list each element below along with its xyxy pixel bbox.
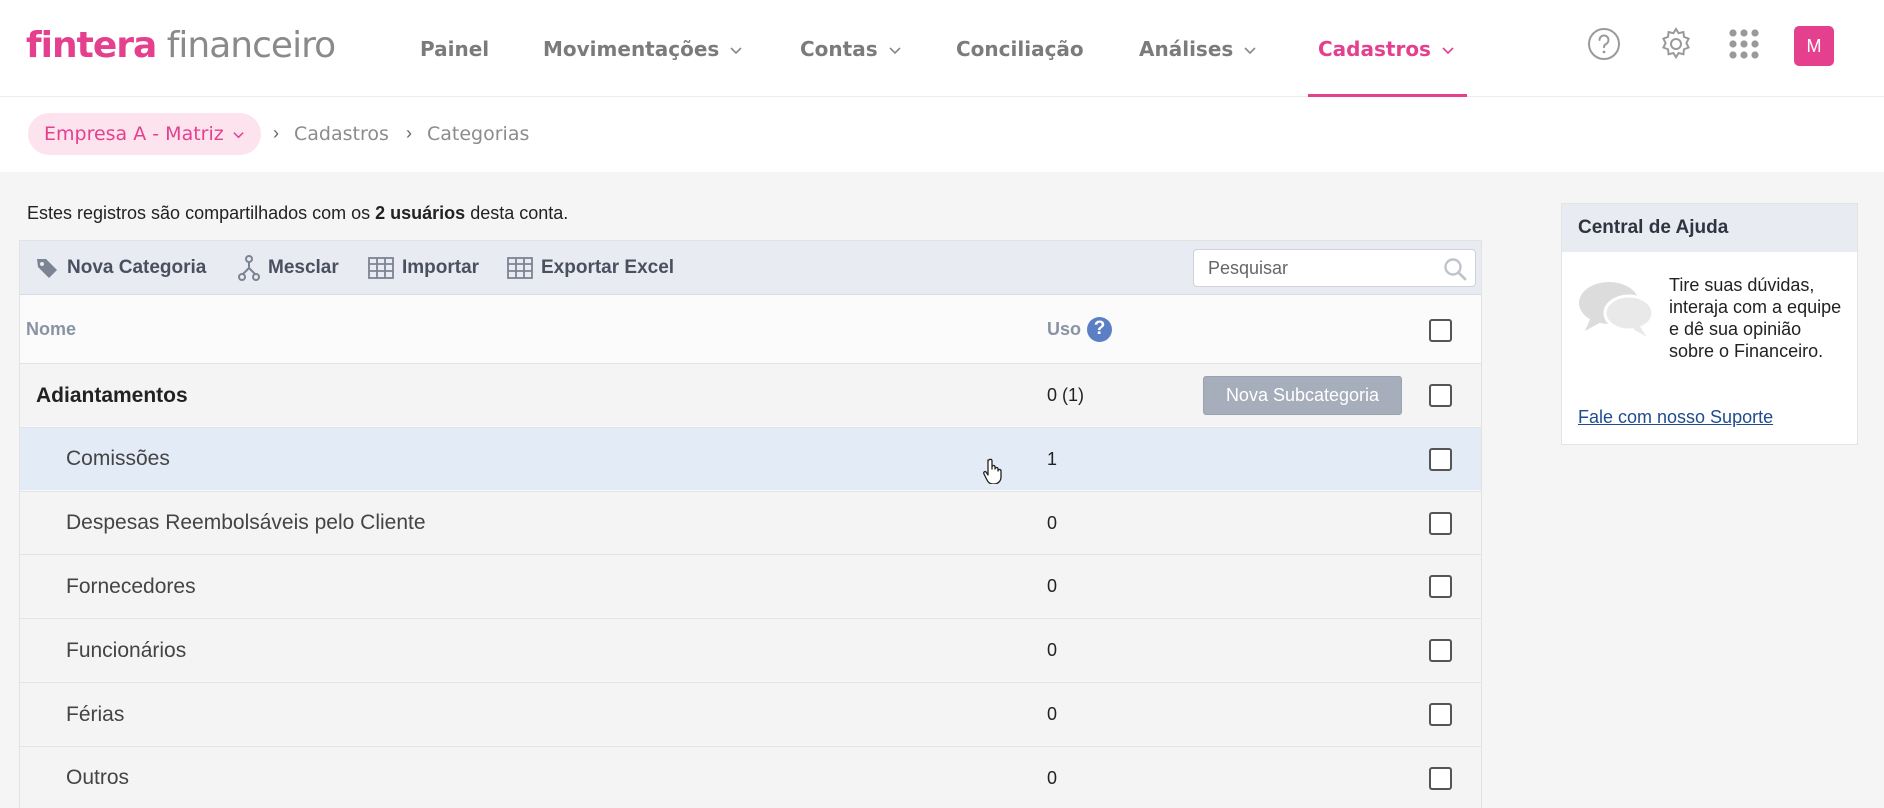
toolbar: Nova Categoria Mesclar Importar Exportar… (20, 241, 1481, 295)
category-usage: 0 (1047, 640, 1058, 661)
new-subcategory-button[interactable]: Nova Subcategoria (1203, 376, 1402, 415)
category-row[interactable]: Adiantamentos 0 (1) Nova Subcategoria (20, 363, 1481, 426)
new-category-label: Nova Categoria (67, 257, 207, 278)
subcategory-row[interactable]: Despesas Reembolsáveis pelo Cliente 0 (20, 490, 1481, 554)
search-input[interactable] (1208, 250, 1438, 286)
category-name: Fornecedores (66, 574, 196, 598)
category-usage: 0 (1) (1047, 385, 1085, 405)
import-button[interactable]: Importar (368, 241, 479, 295)
row-checkbox[interactable] (1429, 447, 1452, 471)
merge-button[interactable]: Mesclar (238, 241, 339, 295)
row-checkbox[interactable] (1429, 575, 1452, 599)
nav-label: Cadastros (1318, 36, 1431, 61)
category-usage: 0 (1047, 512, 1058, 533)
chat-bubbles-icon (1579, 282, 1655, 337)
import-label: Importar (402, 257, 480, 278)
user-avatar[interactable]: M (1794, 26, 1834, 66)
merge-icon (238, 255, 260, 281)
chevron-down-icon (889, 46, 901, 54)
row-checkbox[interactable] (1429, 703, 1452, 726)
nav-painel[interactable]: Painel (420, 0, 489, 97)
logo-brand: fintera (26, 25, 157, 66)
category-name: Despesas Reembolsáveis pelo Cliente (66, 511, 426, 535)
column-name-header[interactable]: Nome (26, 295, 76, 363)
category-name: Comissões (66, 447, 170, 471)
chevron-down-icon (1244, 46, 1256, 54)
breadcrumb-separator: › (406, 123, 412, 143)
note-suffix: desta conta. (465, 203, 569, 223)
support-link[interactable]: Fale com nosso Suporte (1578, 407, 1773, 428)
chevron-down-icon (233, 131, 244, 138)
table-header: Nome Uso ? (20, 295, 1481, 363)
breadcrumb-cadastros[interactable]: Cadastros (294, 123, 389, 145)
subcategory-row[interactable]: Funcionários 0 (20, 618, 1481, 682)
logo-product: financeiro (156, 25, 336, 66)
nav-label: Movimentações (543, 36, 720, 61)
row-checkbox[interactable] (1429, 766, 1452, 790)
breadcrumb-separator: › (273, 123, 279, 143)
search-icon[interactable] (1443, 257, 1467, 281)
question-icon[interactable] (1586, 26, 1622, 62)
subcategory-row[interactable]: Comissões 1 (20, 426, 1481, 490)
company-selector[interactable]: Empresa A - Matriz (28, 113, 261, 155)
column-usage-header[interactable]: Uso ? (1047, 295, 1113, 363)
category-usage: 1 (1047, 448, 1058, 469)
note-user-count: 2 usuários (375, 203, 466, 223)
gear-icon[interactable] (1658, 26, 1694, 62)
nav-contas[interactable]: Contas (800, 0, 902, 97)
note-prefix: Estes registros são compartilhados com o… (27, 203, 376, 223)
nav-cadastros[interactable]: Cadastros (1308, 0, 1467, 97)
export-excel-button[interactable]: Exportar Excel (507, 241, 674, 295)
chevron-down-icon (730, 46, 742, 54)
category-usage: 0 (1047, 704, 1058, 724)
shared-records-note: Estes registros são compartilhados com o… (27, 203, 568, 224)
categories-panel: Nova Categoria Mesclar Importar Exportar… (19, 240, 1482, 808)
category-name: Adiantamentos (36, 383, 188, 407)
select-all-checkbox[interactable] (1429, 319, 1452, 342)
subcategory-row[interactable]: Outros 0 (20, 745, 1481, 808)
category-name: Funcionários (66, 638, 187, 662)
subcategory-row[interactable]: Fornecedores 0 (20, 554, 1481, 618)
nav-label: Painel (420, 36, 490, 61)
breadcrumb-categorias: Categorias (427, 123, 530, 145)
subcategory-row[interactable]: Férias 0 (20, 682, 1481, 745)
category-name: Outros (66, 766, 130, 790)
apps-grid-icon[interactable] (1726, 26, 1762, 62)
category-name: Férias (66, 702, 125, 726)
nav-label: Análises (1139, 36, 1234, 61)
row-checkbox[interactable] (1429, 639, 1452, 663)
row-checkbox[interactable] (1429, 511, 1452, 535)
tag-icon (37, 259, 57, 278)
nav-analises[interactable]: Análises (1139, 0, 1257, 97)
help-center-card: Central de Ajuda Tire suas dúvidas, inte… (1561, 203, 1858, 445)
chevron-down-icon (1442, 46, 1454, 54)
export-excel-label: Exportar Excel (541, 257, 675, 278)
nav-movimentacoes[interactable]: Movimentações (543, 0, 743, 97)
merge-label: Mesclar (268, 257, 339, 278)
hand-cursor-icon (983, 458, 1002, 484)
nav-conciliacao[interactable]: Conciliação (956, 0, 1084, 97)
breadcrumb-bar: Empresa A - Matriz › Cadastros › Categor… (0, 97, 1884, 172)
help-center-title: Central de Ajuda (1562, 204, 1857, 252)
category-usage: 0 (1047, 767, 1058, 788)
usage-header-label: Uso (1047, 318, 1082, 339)
nav-label: Contas (800, 36, 878, 61)
search-box (1193, 249, 1476, 287)
logo[interactable]: fintera financeiro (26, 25, 336, 66)
new-category-button[interactable]: Nova Categoria (35, 241, 206, 295)
table-icon (368, 257, 394, 279)
category-usage: 0 (1047, 576, 1058, 597)
top-navbar: fintera financeiro Painel Movimentações … (0, 0, 1884, 97)
company-name: Empresa A - Matriz (44, 123, 224, 145)
table-icon (507, 257, 533, 279)
row-checkbox[interactable] (1429, 384, 1452, 407)
help-center-text: Tire suas dúvidas, interaja com a equipe… (1669, 275, 1842, 361)
nav-label: Conciliação (956, 36, 1084, 61)
question-icon[interactable]: ? (1087, 316, 1113, 342)
